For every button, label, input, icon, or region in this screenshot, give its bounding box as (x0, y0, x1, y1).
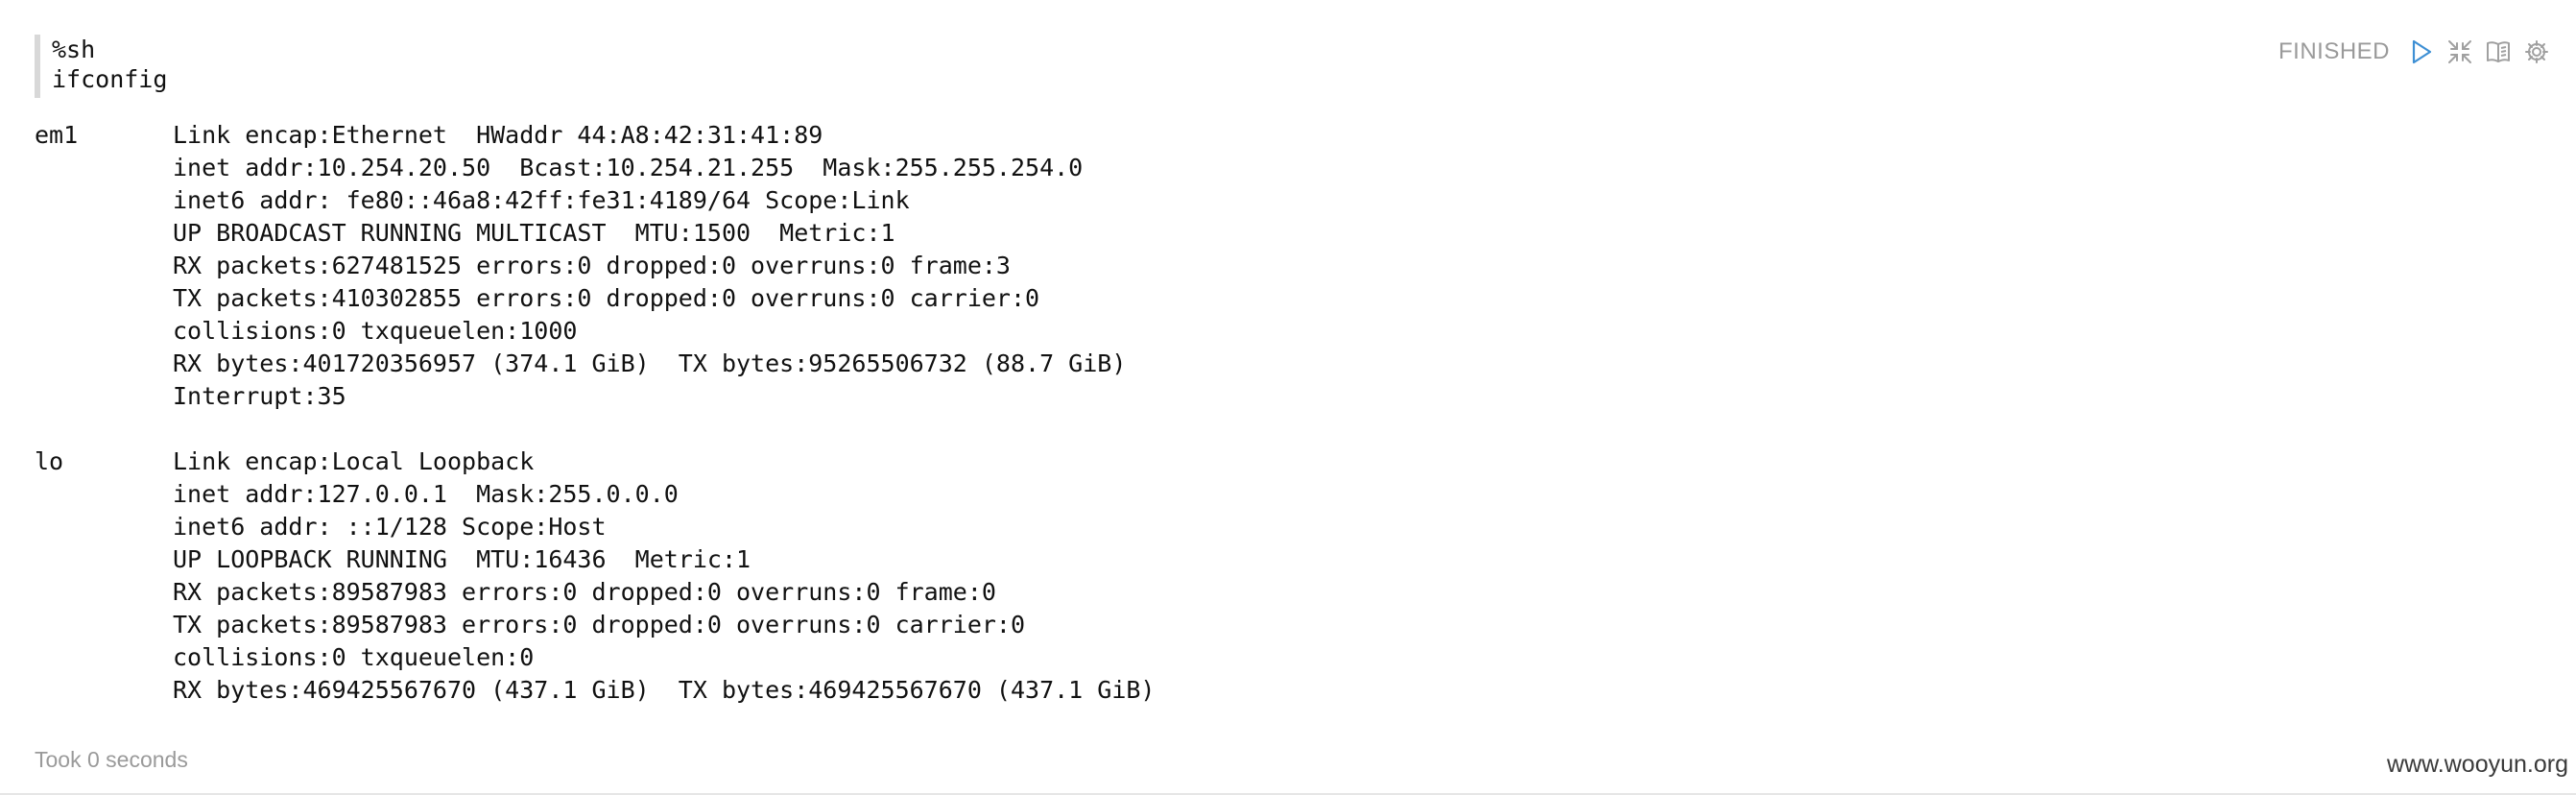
output-line: collisions:0 txqueuelen:0 (173, 643, 535, 671)
interface-name: em1 (35, 121, 79, 149)
code-editor[interactable]: %sh ifconfig (35, 35, 2146, 98)
status-badge: FINISHED (2278, 38, 2390, 64)
code-line-command: ifconfig (52, 65, 168, 93)
output-line: inet addr:10.254.20.50 Bcast:10.254.21.2… (173, 154, 1084, 181)
output-line: inet6 addr: ::1/128 Scope:Host (173, 513, 607, 541)
interface-block-lo: lo Link encap:Local Loopback inet addr:1… (35, 446, 1156, 707)
collapse-icon[interactable] (2447, 39, 2472, 64)
output-line: TX packets:410302855 errors:0 dropped:0 … (173, 284, 1040, 312)
gear-icon[interactable] (2524, 39, 2549, 64)
interface-block-em1: em1 Link encap:Ethernet HWaddr 44:A8:42:… (35, 119, 1156, 413)
watermark: www.wooyun.org (2387, 751, 2568, 778)
output-line: Link encap:Ethernet HWaddr 44:A8:42:31:4… (173, 121, 823, 149)
output-line: inet6 addr: fe80::46a8:42ff:fe31:4189/64… (173, 186, 910, 214)
output-line: Interrupt:35 (173, 382, 346, 410)
code-line-interpreter: %sh (52, 36, 96, 63)
output-line: UP LOOPBACK RUNNING MTU:16436 Metric:1 (173, 545, 751, 573)
output-line: RX packets:627481525 errors:0 dropped:0 … (173, 252, 1011, 279)
output-line: UP BROADCAST RUNNING MULTICAST MTU:1500 … (173, 219, 895, 247)
interface-name: lo (35, 447, 64, 475)
output-line: Link encap:Local Loopback (173, 447, 535, 475)
output-line: inet addr:127.0.0.1 Mask:255.0.0.0 (173, 480, 679, 508)
output-line: TX packets:89587983 errors:0 dropped:0 o… (173, 611, 1026, 638)
play-icon[interactable] (2409, 39, 2434, 64)
output-line: RX packets:89587983 errors:0 dropped:0 o… (173, 578, 996, 606)
output-line: RX bytes:469425567670 (437.1 GiB) TX byt… (173, 676, 1156, 704)
paragraph-output: em1 Link encap:Ethernet HWaddr 44:A8:42:… (35, 119, 1156, 739)
notebook-paragraph: %sh ifconfig FINISHED em1 Link encap:Eth… (0, 0, 2576, 795)
output-line: collisions:0 txqueuelen:1000 (173, 317, 578, 345)
paragraph-controls: FINISHED (2278, 33, 2549, 71)
execution-time: Took 0 seconds (35, 747, 188, 772)
output-line: RX bytes:401720356957 (374.1 GiB) TX byt… (173, 349, 1127, 377)
book-icon[interactable] (2486, 39, 2511, 64)
